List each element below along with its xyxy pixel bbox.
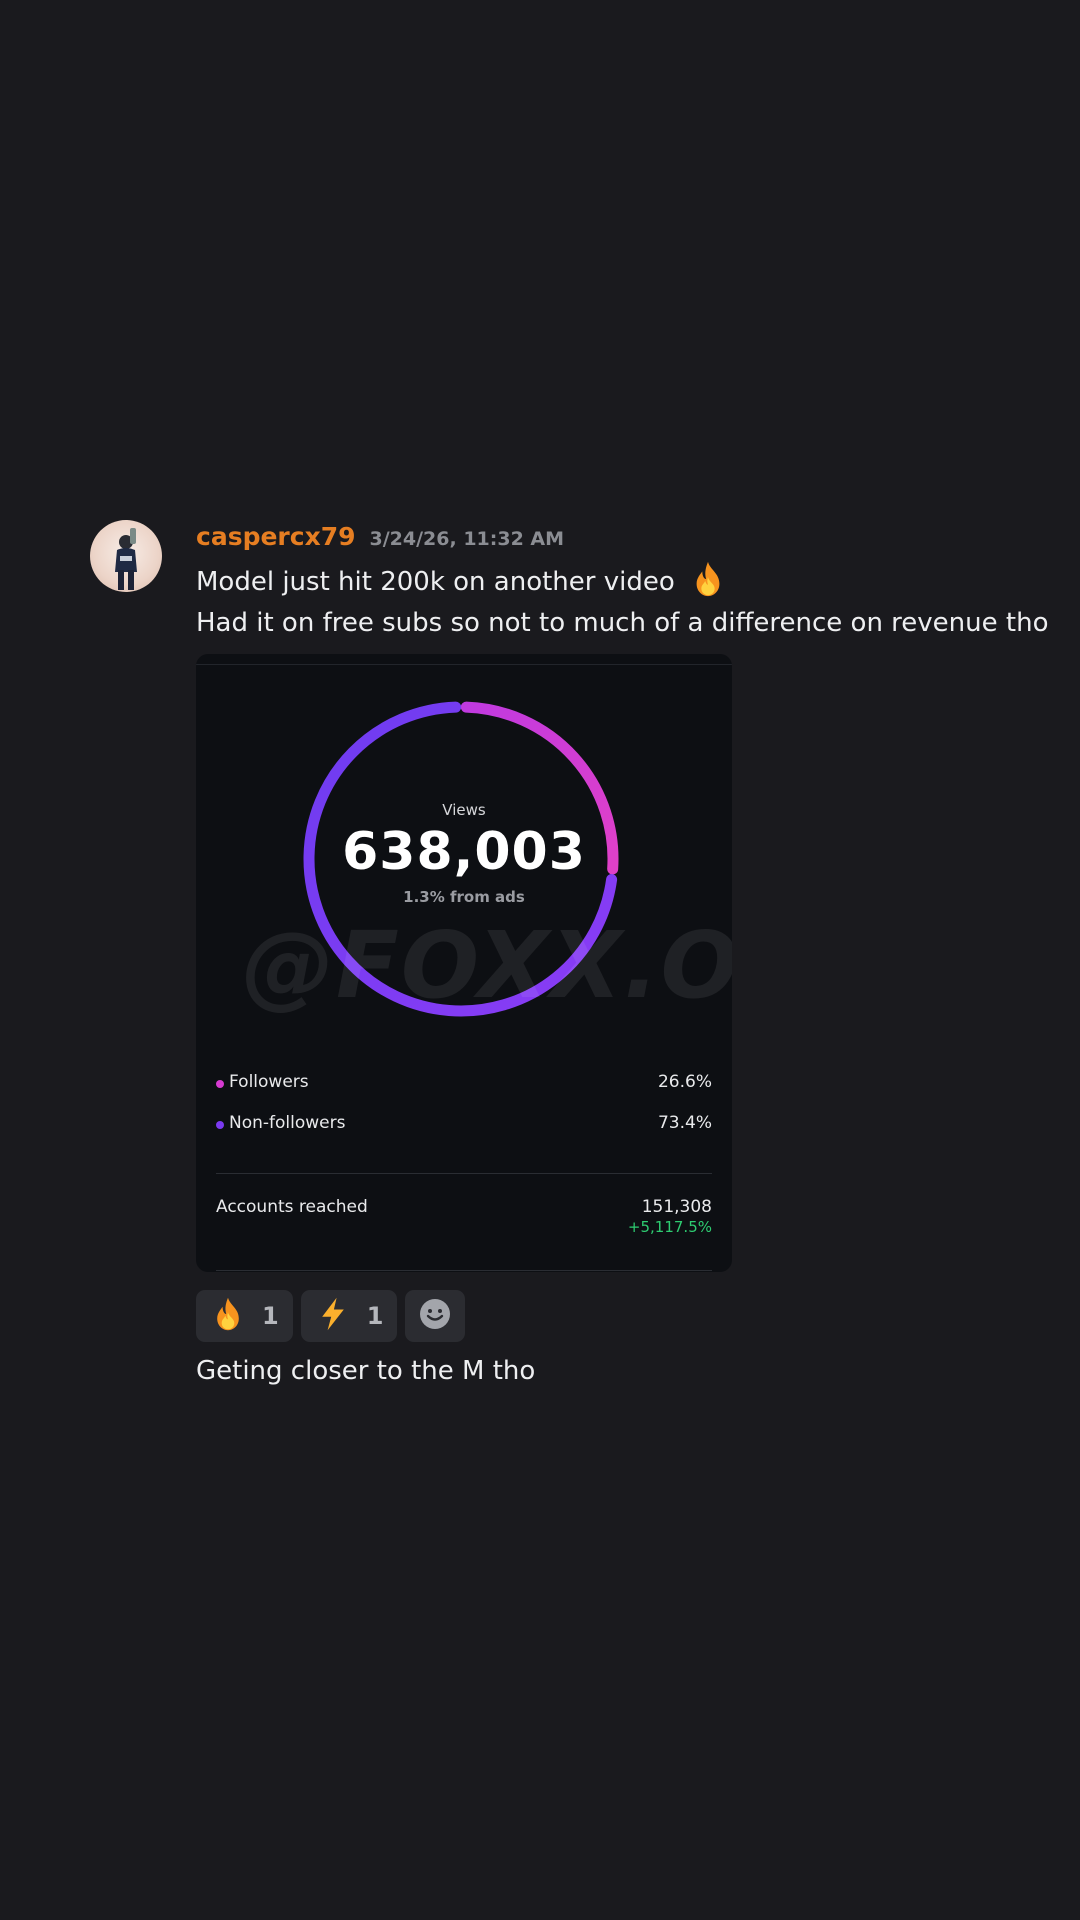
reaction-lightning[interactable]: 1 [300,1290,398,1342]
legend-percent: 26.6% [657,1072,712,1092]
ads-note: 1.3% from ads [403,888,525,906]
message-header: caspercx79 3/24/26, 11:32 AM [196,522,564,562]
legend-row-followers: Followers 26.6% [216,1072,712,1096]
legend-percent: 73.4% [657,1113,712,1133]
accounts-reached-label: Accounts reached [216,1197,368,1217]
divider [216,1173,712,1174]
message-line: Model just hit 200k on another video [196,560,727,605]
insights-image[interactable]: @FOXX.OFM Views 638,003 1.3% from ads Fo… [196,654,732,1272]
views-label: Views [442,801,486,819]
followers-dot-icon [216,1080,224,1088]
avatar[interactable] [90,520,162,592]
non-followers-dot-icon [216,1121,224,1129]
accounts-reached-change: +5,117.5% [627,1218,712,1236]
reactions-bar: 1 1 [196,1290,466,1342]
username[interactable]: caspercx79 [196,522,356,551]
views-value: 638,003 [342,822,586,882]
card-divider [216,1270,712,1271]
legend-row-non-followers: Non-followers 73.4% [216,1113,712,1137]
fire-emoji-icon [210,1296,246,1336]
add-reaction-button[interactable] [405,1290,466,1342]
lightning-emoji-icon [315,1296,351,1336]
timestamp: 3/24/26, 11:32 AM [369,528,565,550]
add-reaction-icon [418,1297,452,1335]
legend-label: Followers [229,1072,309,1092]
message-line: Had it on free subs so not to much of a … [196,608,1049,638]
watermark: @FOXX.OFM [242,912,732,1019]
avatar-figure-icon [115,528,137,590]
follow-up-message: Geting closer to the M tho [196,1356,536,1386]
message-text: Model just hit 200k on another video [196,567,675,597]
reaction-fire[interactable]: 1 [196,1290,293,1342]
card-divider [196,664,732,665]
legend-label: Non-followers [229,1113,346,1133]
fire-emoji-icon [689,560,727,605]
reaction-count: 1 [262,1302,279,1330]
accounts-reached-value: 151,308 [641,1197,712,1217]
reaction-count: 1 [366,1302,384,1330]
